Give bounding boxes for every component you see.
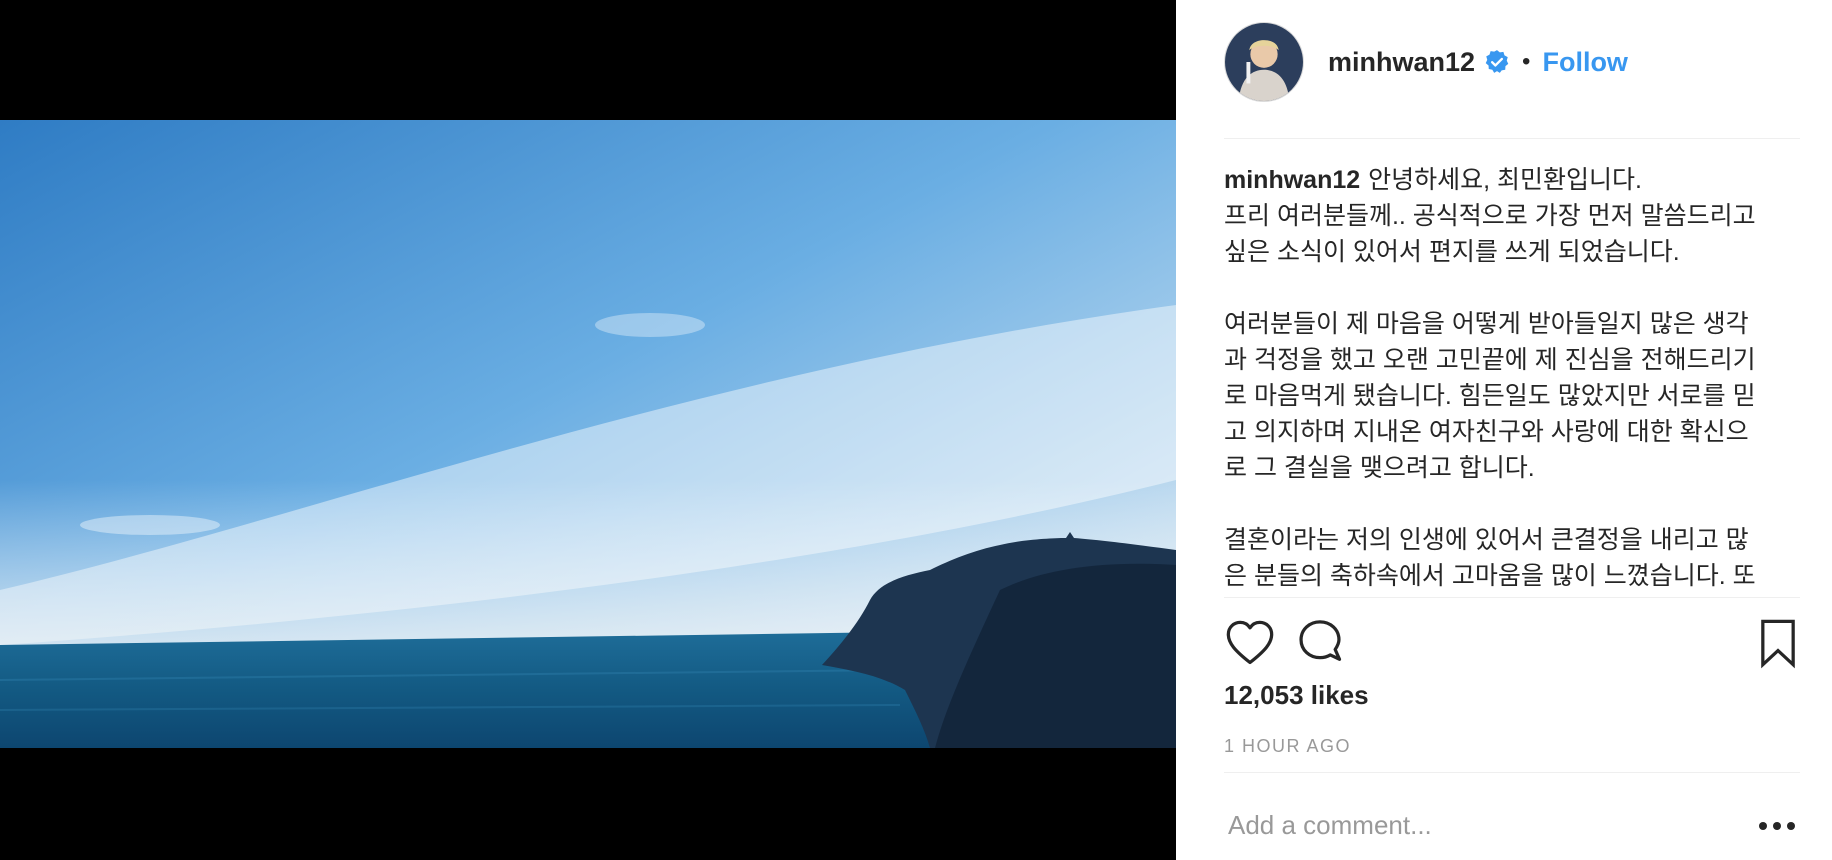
post-timestamp[interactable]: 1 HOUR AGO <box>1224 736 1351 757</box>
comment-divider <box>1224 772 1800 773</box>
verified-badge-icon <box>1485 50 1509 73</box>
caption-text: 안녕하세요, 최민환입니다. 프리 여러분들께.. 공식적으로 가장 먼저 말씀… <box>1224 166 1756 590</box>
header-divider <box>1224 138 1800 139</box>
likes-count[interactable]: 12,053 likes <box>1224 680 1369 711</box>
post-actions <box>1224 617 1800 669</box>
comment-input[interactable] <box>1224 800 1742 850</box>
comment-button[interactable] <box>1294 617 1346 669</box>
follow-button[interactable]: Follow <box>1542 47 1627 78</box>
heart-icon <box>1226 620 1274 665</box>
save-button[interactable] <box>1752 617 1804 669</box>
seascape-image <box>0 120 1176 748</box>
more-options-icon <box>1759 822 1795 830</box>
avatar[interactable] <box>1224 22 1304 102</box>
post-details-panel: minhwan12 • Follow minhwan12 안녕하세요, 최민환입니… <box>1176 0 1832 860</box>
more-options-button[interactable] <box>1754 816 1800 836</box>
bookmark-icon <box>1761 619 1795 669</box>
comment-bubble-icon <box>1299 620 1342 661</box>
caption-username[interactable]: minhwan12 <box>1224 166 1360 194</box>
post-header: minhwan12 • Follow <box>1224 22 1800 102</box>
profile-photo <box>1225 23 1303 101</box>
post-caption: minhwan12 안녕하세요, 최민환입니다. 프리 여러분들께.. 공식적으로… <box>1224 162 1800 594</box>
like-button[interactable] <box>1224 617 1276 669</box>
profile-username[interactable]: minhwan12 <box>1328 47 1475 78</box>
post-photo[interactable] <box>0 120 1176 748</box>
caption-divider <box>1224 597 1800 598</box>
caption-scroll-area[interactable]: minhwan12 안녕하세요, 최민환입니다. 프리 여러분들께.. 공식적으로… <box>1224 162 1800 597</box>
separator-dot: • <box>1522 48 1531 75</box>
post-media-container <box>0 0 1176 860</box>
